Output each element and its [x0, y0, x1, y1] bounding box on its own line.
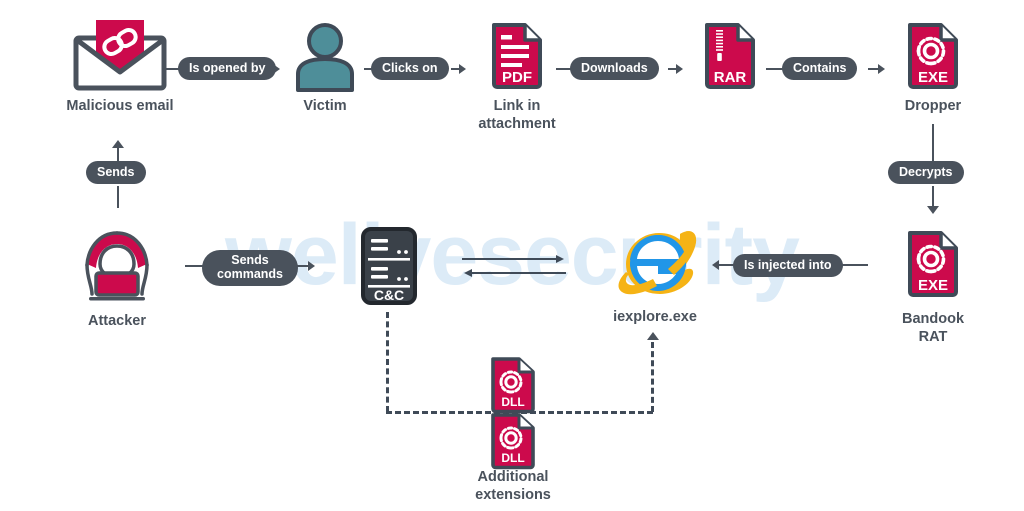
- svg-text:RAR: RAR: [714, 69, 747, 86]
- pdf-file-icon: PDF: [489, 20, 545, 92]
- arrow-right-icon: [459, 64, 466, 74]
- dll-file-icon-1: DLL: [489, 355, 537, 415]
- arrow-down-icon: [927, 206, 939, 214]
- rar-archive-icon: RAR: [702, 20, 758, 92]
- dashed-connector-line: [386, 312, 389, 412]
- link-in-attachment-label: Link in attachment: [447, 97, 587, 133]
- hacker-icon: [78, 228, 156, 304]
- label-line-1: Bandook: [901, 311, 965, 327]
- envelope-link-icon: [72, 16, 168, 92]
- svg-text:DLL: DLL: [501, 395, 524, 409]
- victim-label: Victim: [303, 98, 347, 114]
- pill-line-2: commands: [217, 267, 283, 282]
- svg-text:PDF: PDF: [502, 69, 532, 86]
- connector-sends: Sends: [86, 161, 146, 185]
- label-line-1: Link in: [493, 98, 541, 114]
- arrow-right-icon: [308, 261, 315, 271]
- arrow-left-icon: [464, 269, 472, 277]
- svg-text:C&C: C&C: [374, 287, 404, 303]
- pill-line-1: Sends: [231, 253, 269, 267]
- arrow-up-icon: [647, 332, 659, 340]
- svg-text:DLL: DLL: [501, 451, 524, 465]
- label-line-2: attachment: [478, 116, 556, 133]
- connector-line: [932, 124, 934, 162]
- dll-file-icon-2: DLL: [489, 411, 537, 471]
- connector-is-injected-into: Is injected into: [733, 254, 843, 278]
- bandook-rat-label: Bandook RAT: [873, 310, 993, 346]
- dropper-label: Dropper: [904, 98, 962, 114]
- person-icon: [292, 22, 358, 92]
- connector-line: [462, 258, 558, 260]
- svg-text:EXE: EXE: [918, 69, 948, 86]
- arrow-right-icon: [878, 64, 885, 74]
- svg-text:EXE: EXE: [918, 277, 948, 294]
- connector-downloads: Downloads: [570, 57, 659, 81]
- infection-chain-diagram: welivesecurity Malicious email Is opened…: [0, 0, 1024, 511]
- arrow-right-icon: [556, 255, 564, 263]
- malicious-email-label: Malicious email: [66, 98, 174, 114]
- label-line-2: RAT: [918, 329, 948, 346]
- exe-file-icon-dropper: EXE: [905, 20, 961, 92]
- connector-line: [470, 272, 566, 274]
- connector-is-opened-by: Is opened by: [178, 57, 277, 81]
- connector-line: [117, 186, 119, 208]
- iexplore-label: iexplore.exe: [613, 309, 697, 325]
- connector-contains: Contains: [782, 57, 858, 81]
- label-line-2: extensions: [475, 487, 551, 504]
- dashed-connector-line: [651, 342, 654, 412]
- server-icon: C&C: [360, 226, 418, 306]
- attacker-label: Attacker: [87, 313, 147, 329]
- internet-explorer-icon: [612, 220, 698, 302]
- connector-line: [840, 264, 868, 266]
- connector-decrypts: Decrypts: [888, 161, 964, 185]
- connector-clicks-on: Clicks on: [371, 57, 449, 81]
- connector-sends-commands: Sends commands: [202, 250, 298, 286]
- additional-extensions-label: Additional extensions: [443, 468, 583, 504]
- exe-file-icon-bandook: EXE: [905, 228, 961, 300]
- arrow-right-icon: [676, 64, 683, 74]
